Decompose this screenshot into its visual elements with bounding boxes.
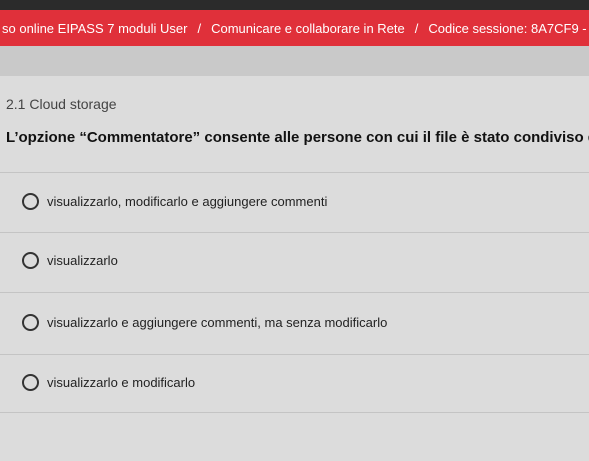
breadcrumb-separator: / bbox=[197, 20, 202, 36]
answer-option-1[interactable]: visualizzarlo, modificarlo e aggiungere … bbox=[22, 186, 582, 216]
divider bbox=[0, 232, 589, 233]
breadcrumb-separator: / bbox=[414, 20, 419, 36]
breadcrumb: so online EIPASS 7 moduli User / Comunic… bbox=[0, 10, 589, 46]
answer-option-label: visualizzarlo e aggiungere commenti, ma … bbox=[47, 314, 388, 330]
divider bbox=[0, 292, 589, 293]
radio-button[interactable] bbox=[22, 373, 39, 391]
breadcrumb-item-course[interactable]: so online EIPASS 7 moduli User bbox=[2, 21, 187, 36]
answer-option-label: visualizzarlo, modificarlo e aggiungere … bbox=[47, 193, 328, 209]
header-band bbox=[0, 46, 589, 76]
divider bbox=[0, 172, 589, 173]
answer-option-label: visualizzarlo e modificarlo bbox=[47, 374, 196, 390]
radio-button[interactable] bbox=[22, 192, 39, 210]
divider bbox=[0, 412, 589, 413]
breadcrumb-item-session: Codice sessione: 8A7CF9 - Data sessione:… bbox=[428, 20, 589, 36]
answer-option-3[interactable]: visualizzarlo e aggiungere commenti, ma … bbox=[22, 307, 582, 337]
answer-option-4[interactable]: visualizzarlo e modificarlo bbox=[22, 367, 582, 397]
breadcrumb-item-module[interactable]: Comunicare e collaborare in Rete bbox=[211, 21, 405, 36]
question-text: L’opzione “Commentatore” consente alle p… bbox=[6, 129, 589, 146]
section-title: 2.1 Cloud storage bbox=[6, 96, 117, 112]
answer-option-label: visualizzarlo bbox=[47, 252, 118, 268]
radio-button[interactable] bbox=[22, 313, 39, 331]
answer-option-2[interactable]: visualizzarlo bbox=[22, 245, 582, 275]
radio-button[interactable] bbox=[22, 251, 39, 269]
quiz-content: 2.1 Cloud storage L’opzione “Commentator… bbox=[0, 76, 589, 461]
top-strip bbox=[0, 0, 589, 10]
divider bbox=[0, 354, 589, 355]
